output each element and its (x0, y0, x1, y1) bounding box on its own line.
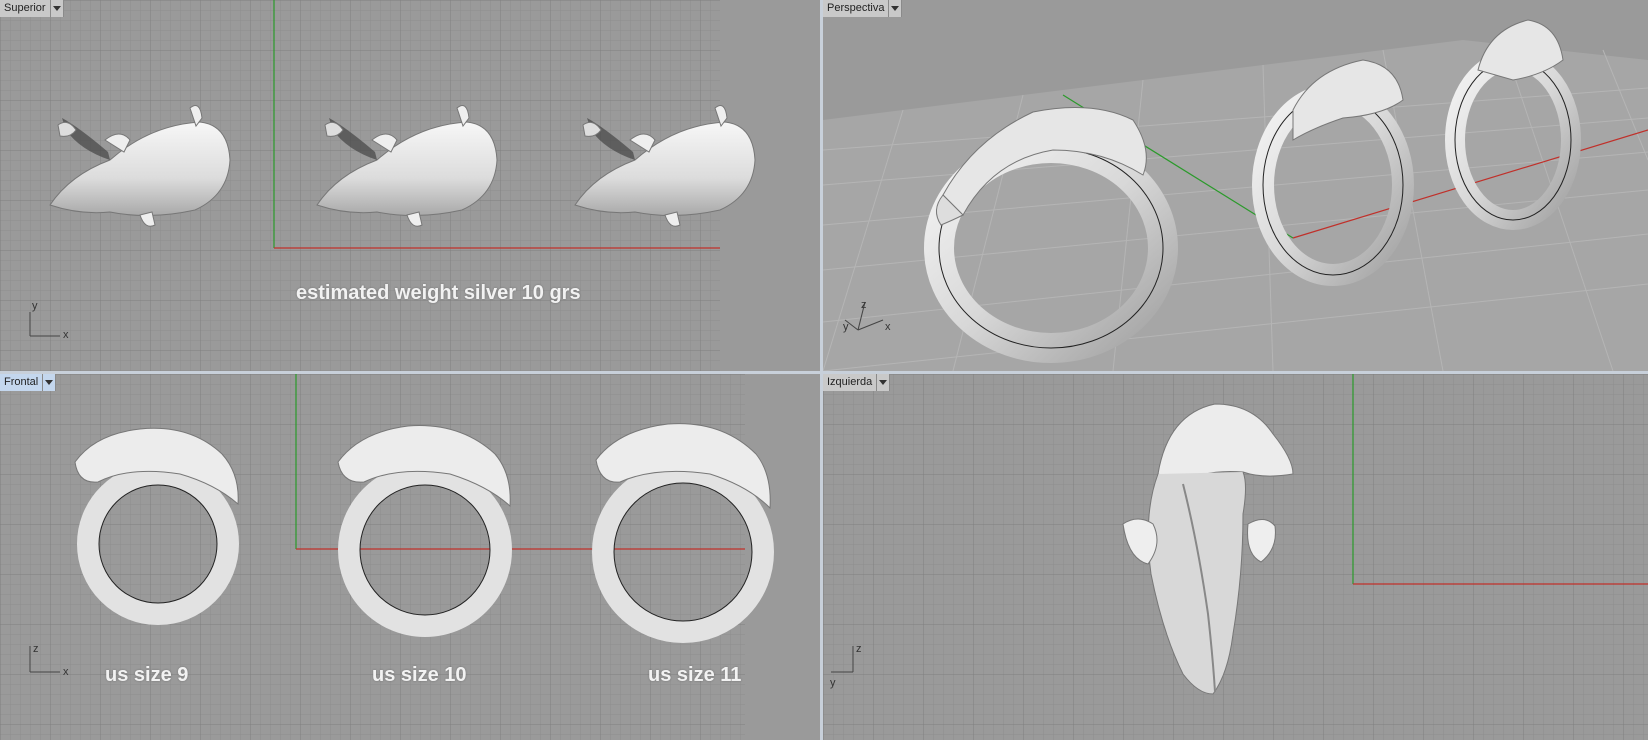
viewport-top-menu-button[interactable] (50, 0, 64, 17)
viewport-front-menu-button[interactable] (43, 374, 57, 391)
viewport-perspective-title[interactable]: Perspectiva (823, 0, 890, 17)
viewport-top-title[interactable]: Superior (0, 0, 51, 17)
viewport-perspective-tab[interactable]: Perspectiva (823, 0, 903, 17)
viewport-perspective-canvas[interactable]: z y x (823, 0, 1648, 371)
svg-text:x: x (885, 321, 891, 333)
viewport-top-tab[interactable]: Superior (0, 0, 64, 17)
svg-text:x: x (63, 329, 69, 341)
chevron-down-icon (45, 380, 54, 385)
viewport-perspective-menu-button[interactable] (889, 0, 903, 17)
viewport-left-canvas[interactable]: z y (823, 374, 1648, 740)
chevron-down-icon (891, 6, 900, 11)
viewport-left-title[interactable]: Izquierda (823, 374, 878, 391)
weight-annotation: estimated weight silver 10 grs (296, 282, 581, 304)
svg-text:z: z (33, 643, 39, 655)
viewport-left[interactable]: z y Izquierda (823, 374, 1648, 740)
svg-text:y: y (843, 321, 849, 333)
svg-text:z: z (856, 643, 862, 655)
svg-text:y: y (830, 677, 836, 689)
viewport-left-tab[interactable]: Izquierda (823, 374, 891, 391)
svg-text:y: y (32, 300, 38, 312)
size-label-11: us size 11 (648, 664, 742, 686)
viewport-top[interactable]: y x Superior estimated weight silver 10 … (0, 0, 820, 371)
viewport-perspective[interactable]: z y x Perspectiva (823, 0, 1648, 371)
svg-text:x: x (63, 666, 69, 678)
viewport-top-canvas[interactable]: y x (0, 0, 820, 371)
size-label-9: us size 9 (105, 664, 189, 686)
chevron-down-icon (879, 380, 888, 385)
svg-text:z: z (861, 299, 867, 311)
size-label-10: us size 10 (372, 664, 467, 686)
viewport-left-menu-button[interactable] (877, 374, 891, 391)
viewport-front[interactable]: z x Frontal us size 9 us size 10 us size… (0, 374, 820, 740)
viewport-front-tab[interactable]: Frontal (0, 374, 57, 391)
viewport-front-title[interactable]: Frontal (0, 374, 44, 391)
chevron-down-icon (52, 6, 61, 11)
